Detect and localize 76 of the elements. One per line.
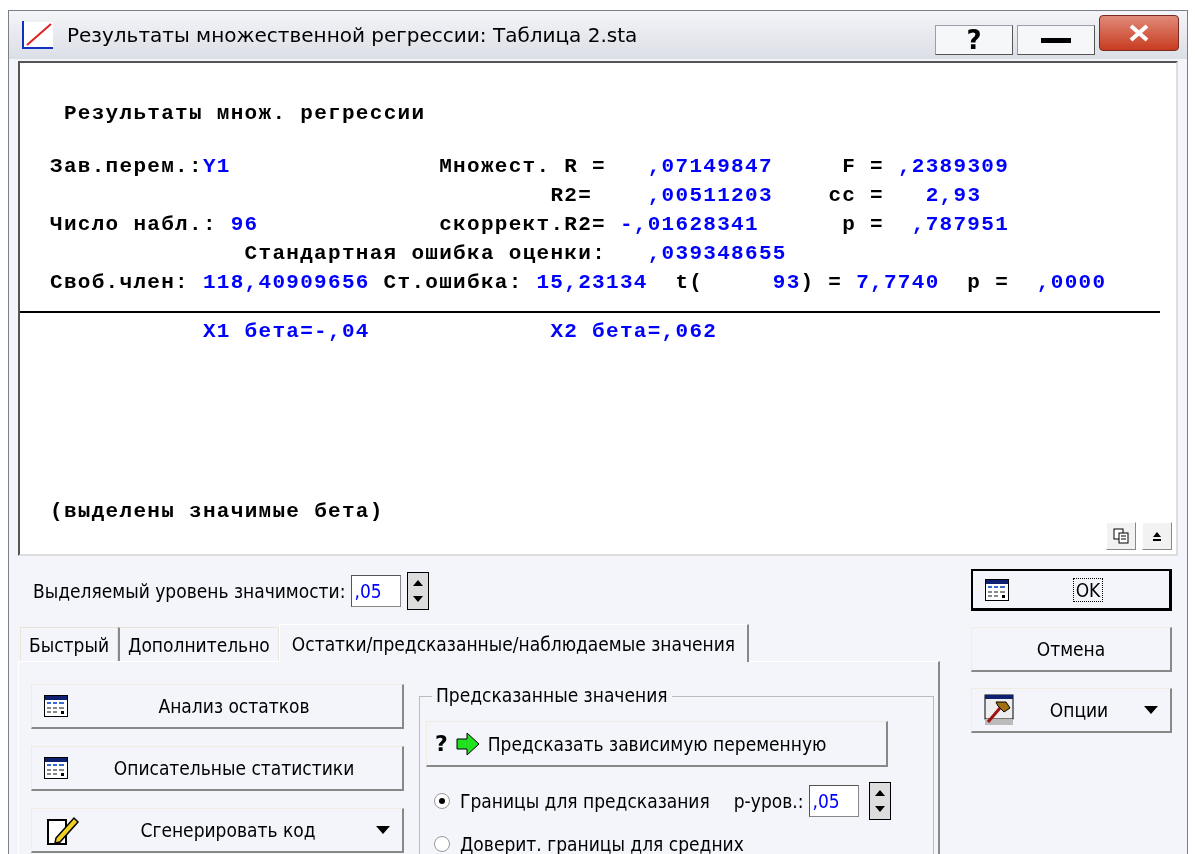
report-heading: Результаты множ. регрессии <box>63 101 426 127</box>
stat-label: cc = <box>828 184 884 207</box>
field-label: р-уров.: <box>733 789 804 812</box>
beta-value: X2 бета=,062 <box>550 320 718 343</box>
stat-value: ,0000 <box>1036 271 1107 294</box>
copy-icon <box>1113 528 1129 544</box>
stat-label: скоррект.R2= <box>439 213 606 236</box>
action-button[interactable]: Описательные статистики <box>31 746 404 791</box>
stat-value: ,07149847 <box>647 155 773 178</box>
stat-value: Y1 <box>202 155 231 178</box>
stat-label: Стандартная ошибка оценки: <box>244 242 607 265</box>
caret-icon <box>376 826 390 834</box>
action-button[interactable]: Сгенерировать код <box>31 808 404 853</box>
window-title: Результаты множественной регрессии: Таблица 2.sta <box>67 23 639 47</box>
stat-label: Число набл.: <box>50 213 217 236</box>
stat-value: -,01628341 <box>619 213 759 236</box>
table-icon <box>44 695 68 717</box>
significance-spinner[interactable] <box>407 572 430 610</box>
significance-field[interactable]: ,05 <box>351 575 402 607</box>
stat-value: 96 <box>230 213 259 236</box>
pencil-page-icon <box>44 814 80 846</box>
hammer-icon <box>984 694 1014 726</box>
table-icon <box>985 578 1009 601</box>
tab[interactable]: Быстрый <box>20 627 119 661</box>
dialog-button[interactable]: Отмена <box>971 627 1172 672</box>
help-button[interactable]: ? <box>935 25 1013 55</box>
minimize-button[interactable] <box>1017 25 1095 55</box>
caret-icon <box>1144 706 1158 714</box>
radio-label: Границы для предсказания <box>460 789 710 812</box>
predict-button[interactable]: ? Предсказать зависимую переменную <box>426 721 888 767</box>
stat-label: p = <box>842 213 884 236</box>
dialog-button[interactable]: OK <box>971 569 1172 611</box>
stat-value: 15,23134 <box>536 271 648 294</box>
report-footnote: (выделены значимые бета) <box>50 499 384 525</box>
tab[interactable]: Дополнительно <box>118 627 279 661</box>
stat-label: Своб.член: <box>50 271 190 294</box>
close-icon <box>1127 24 1151 42</box>
stat-label: Зав.перем.: <box>50 155 203 178</box>
stat-label: R2= <box>550 184 593 207</box>
radio-button[interactable] <box>434 835 450 852</box>
stat-value: ,2389309 <box>897 155 1010 178</box>
stat-value: ,00511203 <box>647 184 773 207</box>
stat-label: F = <box>842 155 884 178</box>
table-icon <box>44 757 68 779</box>
spin-up-icon <box>874 788 887 797</box>
app-icon <box>21 20 55 50</box>
stat-value: ,039348655 <box>647 242 787 265</box>
stat-value: 118,40909656 <box>202 271 370 294</box>
action-button[interactable]: Анализ остатков <box>31 684 404 729</box>
radio-label: Доверит. границы для средних <box>460 832 744 854</box>
stat-label: Множест. R = <box>439 155 606 178</box>
arrow-right-icon <box>455 731 480 756</box>
stat-value: 2,93 <box>925 184 982 207</box>
dialog-button[interactable]: Опции <box>971 688 1172 733</box>
spin-down-icon <box>874 804 887 813</box>
radio-button[interactable] <box>434 792 450 809</box>
question-icon: ? <box>435 731 448 756</box>
stat-value: ,787951 <box>911 213 1010 236</box>
spin-up-icon <box>412 579 425 587</box>
minimize-icon <box>1041 36 1071 44</box>
close-button[interactable] <box>1099 15 1179 51</box>
spin-down-icon <box>412 595 425 603</box>
stat-label: t( <box>675 271 704 294</box>
stat-value: 93 <box>772 271 801 294</box>
significance-label: Выделяемый уровень значимости: <box>33 580 346 602</box>
arrow-up-icon <box>1151 530 1163 542</box>
p-level-spinner[interactable] <box>869 781 892 820</box>
stat-value: 7,7740 <box>856 271 940 294</box>
stat-label: p = <box>967 271 1010 294</box>
scroll-up-button[interactable] <box>1142 522 1172 550</box>
tab[interactable]: Остатки/предсказанные/наблюдаемые значения <box>278 624 750 662</box>
beta-value: X1 бета=-,04 <box>202 320 370 343</box>
copy-button[interactable] <box>1106 522 1136 550</box>
stat-label: Ст.ошибка: <box>383 271 523 294</box>
p-level-field[interactable]: ,05 <box>809 784 860 817</box>
stat-label: ) = <box>800 271 843 294</box>
